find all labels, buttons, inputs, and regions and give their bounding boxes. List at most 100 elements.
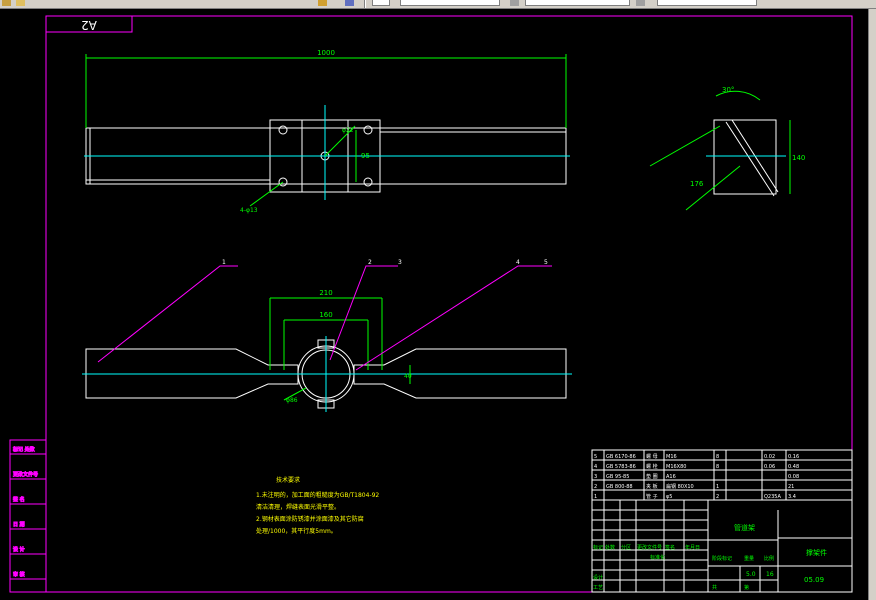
dim-front-inner: 160 [319, 311, 332, 319]
title-scale-value: 5.0 [746, 571, 756, 578]
bom-cell: 0.06 [764, 464, 775, 470]
dim-front-small: 40 [404, 373, 412, 380]
balloon-5: 5 [544, 259, 548, 266]
cad-toolbar [0, 0, 876, 9]
bom-cell: GB 6170-86 [606, 454, 636, 460]
bom-cell: 0.02 [764, 454, 775, 460]
bom-cell: 螺 栓 [646, 463, 658, 470]
bom-cell: 2 [716, 494, 719, 500]
balloon-4: 4 [516, 259, 520, 266]
title-row-header: 分区 [621, 544, 631, 551]
balloon-1: 1 [222, 259, 226, 266]
drawing-canvas[interactable]: A2 标记 处数更改文件号签 名日 期设 计审 核 1000 95 4-φ13 … [0, 9, 868, 600]
left-revision-strip [9, 439, 47, 593]
title-weight-value: 16 [766, 571, 774, 578]
title-stage-label: 阶段标记 [712, 555, 732, 562]
bom-cell: 垫 圈 [646, 473, 658, 480]
bom-cell: 5 [594, 454, 597, 460]
bom-cell: 螺 母 [646, 453, 658, 460]
dim-top-length: 1000 [317, 49, 335, 57]
title-block: 标记 处数 分区 更改文件号 签名 年月日设计工艺 标准化 阶段标记 重量 比例共 第 5.0 16 管道… [591, 499, 853, 593]
title-craft-label: 工艺 [593, 585, 603, 591]
notes-line: 处理/1000，其平行度5mm。 [256, 527, 337, 535]
color-icon[interactable] [510, 0, 519, 6]
bom-cell: 扁钢 80X10 [666, 483, 694, 490]
dim-center-hole: φ22 [342, 127, 354, 134]
dim-hole-note: 4-φ13 [240, 207, 258, 214]
left-strip-label: 设 计 [13, 546, 25, 553]
bom-cell: 1 [594, 494, 597, 500]
vertical-scrollbar[interactable] [868, 9, 876, 600]
bom-cell: 3 [594, 474, 597, 480]
dim-front-dia: φ86 [286, 397, 298, 404]
balloon-2: 2 [368, 259, 372, 266]
side-view [713, 119, 779, 197]
title-sheets-label: 共 [712, 584, 717, 591]
match-properties-icon[interactable] [318, 0, 327, 6]
bom-cell: 0.16 [788, 454, 799, 460]
bill-of-materials: 5 GB 6170-86 螺 母 M16 8 0.02 0.16 4 GB 5783-86 螺 栓… [591, 449, 853, 501]
linetype-dropdown[interactable] [525, 0, 630, 6]
sheet-border [45, 15, 853, 593]
bom-cell: GB 5783-86 [606, 464, 636, 470]
title-std-label: 标准化 [650, 554, 665, 561]
top-view-dimensions [85, 54, 567, 207]
title-row-header: 更改文件号 [637, 544, 662, 551]
title-drawing-no: 05.09 [804, 576, 824, 584]
bom-cell: 3.4 [788, 494, 796, 500]
side-view-dimensions [649, 90, 791, 211]
title-row-header: 标记 [593, 544, 603, 551]
balloon-3: 3 [398, 259, 402, 266]
front-view-centerlines [82, 336, 572, 412]
bom-cell: M16X80 [666, 464, 686, 470]
notes-line: 清洁清理，焊缝表面光滑平整。 [256, 503, 340, 511]
title-weight-label: 重量 [744, 555, 754, 562]
title-row-header: 处数 [605, 544, 615, 551]
bom-cell: 1 [716, 484, 719, 490]
bom-cell: GB 95-85 [606, 474, 629, 480]
dim-side-height: 140 [792, 154, 805, 162]
bom-cell: 8 [716, 464, 719, 470]
bom-cell: 21 [788, 484, 794, 490]
dim-side-diag: 176 [690, 180, 704, 188]
title-row-header: 签名 [665, 544, 675, 551]
left-strip-label: 日 期 [13, 522, 25, 528]
title-scale-label: 比例 [764, 555, 774, 562]
folder-icon[interactable] [16, 0, 25, 6]
notes-title: 技术要求 [276, 476, 300, 484]
left-strip-rows: 标记 处数更改文件号签 名日 期设 计审 核 [10, 446, 46, 580]
bom-cell: M16 [666, 454, 677, 460]
dim-side-angle: 30° [722, 86, 734, 94]
layer-toggle[interactable] [372, 0, 390, 6]
left-strip-label: 标记 处数 [13, 446, 35, 453]
bom-cell: 管 子 [646, 493, 658, 500]
title-design-label: 设计 [593, 574, 603, 581]
left-strip-label: 签 名 [13, 496, 25, 503]
lineweight-icon[interactable] [636, 0, 645, 6]
title-part-name: 撑架件 [806, 548, 827, 557]
left-strip-label: 审 核 [13, 571, 25, 578]
bom-cell: 0.08 [788, 474, 799, 480]
bom-cell: Q235A [764, 494, 781, 500]
bom-cell: 8 [716, 454, 719, 460]
title-sheet-label: 第 [744, 584, 749, 591]
left-strip-label: 更改文件号 [13, 471, 38, 478]
bom-cell: 夹 板 [646, 483, 658, 490]
title-row-header: 年月日 [685, 544, 700, 551]
dim-front-outer: 210 [319, 289, 332, 297]
open-icon[interactable] [2, 0, 11, 6]
bom-cell: 4 [594, 464, 597, 470]
dim-bolt-spacing: 95 [361, 152, 370, 160]
layer-dropdown[interactable] [400, 0, 500, 6]
bom-cell: φ5 [666, 494, 672, 500]
technical-notes: 1.未注明的，加工面的粗糙度为GB/T1804-92 清洁清理，焊缝表面光滑平整… [256, 491, 379, 535]
notes-line: 2.钢材表面涂防锈漆并涂面漆及其它防腐 [256, 515, 364, 523]
notes-line: 1.未注明的，加工面的粗糙度为GB/T1804-92 [256, 491, 379, 499]
bom-cell: GB 800-88 [606, 484, 633, 490]
lineweight-dropdown[interactable] [657, 0, 757, 6]
toolbar-separator [364, 0, 366, 8]
bom-cell: 0.48 [788, 464, 799, 470]
title-sheet-name: 管道架 [734, 523, 755, 532]
layer-properties-icon[interactable] [345, 0, 354, 6]
sheet-code: A2 [81, 18, 97, 32]
